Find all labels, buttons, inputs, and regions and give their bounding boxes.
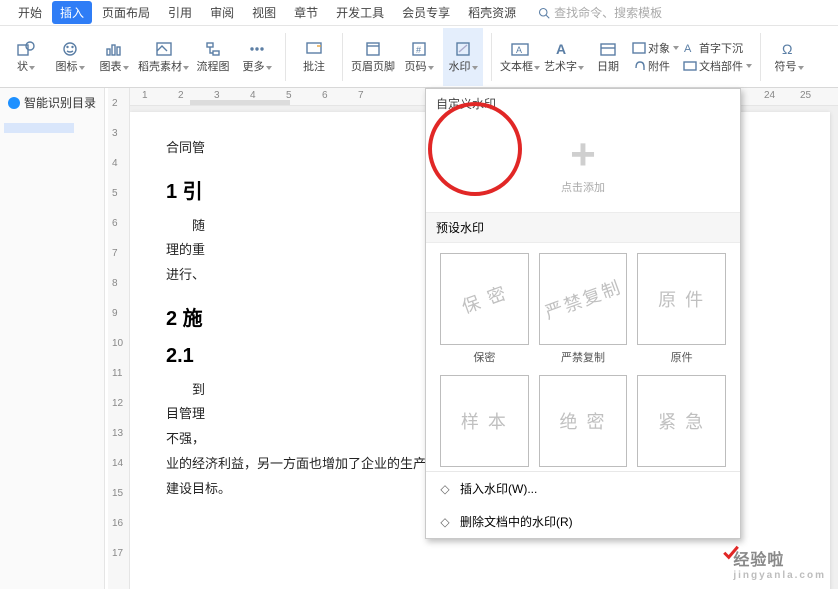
watermark-dropdown: 自定义水印 + 点击添加 预设水印 保 密 严禁复制 原 件 保密 严禁复制 原… xyxy=(425,88,741,539)
add-watermark-button[interactable]: + 点击添加 xyxy=(561,135,605,195)
dropcap-button[interactable]: A首字下沉 xyxy=(683,40,752,56)
vertical-ruler: 234567891011121314151617 xyxy=(108,88,130,589)
object-button[interactable]: 对象 xyxy=(632,40,679,56)
delete-watermark-item[interactable]: ◇ 删除文档中的水印(R) xyxy=(426,505,740,538)
flowchart-icon xyxy=(204,41,222,57)
tab-start[interactable]: 开始 xyxy=(10,1,50,24)
calendar-icon xyxy=(599,41,617,57)
object-icon xyxy=(632,42,646,54)
date-button[interactable]: 日期 xyxy=(588,28,628,86)
plus-icon: + xyxy=(570,135,596,175)
tab-dev[interactable]: 开发工具 xyxy=(328,1,392,24)
header-footer-button[interactable]: 页眉页脚 xyxy=(351,28,395,86)
symbol-button[interactable]: Ω 符号 xyxy=(769,28,809,86)
watermark-button[interactable]: 水印 xyxy=(443,28,483,86)
comment-icon xyxy=(305,41,323,57)
section-preset: 预设水印 xyxy=(426,212,740,243)
assets-button[interactable]: 稻壳素材 xyxy=(138,28,189,86)
insert-watermark-item[interactable]: ◇ 插入水印(W)... xyxy=(426,472,740,505)
tab-review[interactable]: 审阅 xyxy=(202,1,242,24)
tab-insert[interactable]: 插入 xyxy=(52,1,92,24)
chart-icon xyxy=(105,41,123,57)
shape-button[interactable]: 状 xyxy=(6,28,46,86)
section-custom: 自定义水印 xyxy=(426,89,740,118)
attach-button[interactable]: 附件 xyxy=(632,58,679,74)
site-watermark: 经验啦 jingyanla.com xyxy=(733,546,826,581)
diamond-icon: ◇ xyxy=(438,515,452,529)
outline-title[interactable]: 智能识别目录 xyxy=(0,88,104,117)
chart-button[interactable]: 图表 xyxy=(94,28,134,86)
wm-preset-urgent[interactable]: 紧 急 xyxy=(637,375,726,467)
parts-icon xyxy=(683,60,697,72)
more-icon xyxy=(248,41,266,57)
shape-icon xyxy=(17,41,35,57)
header-icon xyxy=(364,41,382,57)
docparts-button[interactable]: 文档部件 xyxy=(683,58,752,74)
tab-resources[interactable]: 稻壳资源 xyxy=(460,1,524,24)
outline-icon xyxy=(8,97,20,109)
menu-tabs: 开始 插入 页面布局 引用 审阅 视图 章节 开发工具 会员专享 稻壳资源 查找… xyxy=(0,0,838,26)
dropcap-icon: A xyxy=(683,42,697,54)
wm-preset-nocopy[interactable]: 严禁复制 xyxy=(539,253,628,345)
wordart-icon: A xyxy=(554,41,574,57)
tab-vip[interactable]: 会员专享 xyxy=(394,1,458,24)
tab-pagelayout[interactable]: 页面布局 xyxy=(94,1,158,24)
svg-text:A: A xyxy=(556,41,566,57)
search-icon xyxy=(538,7,550,19)
outline-panel: 智能识别目录 xyxy=(0,88,105,589)
svg-text:A: A xyxy=(684,43,692,54)
wm-preset-sample[interactable]: 样 本 xyxy=(440,375,529,467)
wm-label: 原件 xyxy=(637,349,726,365)
svg-text:#: # xyxy=(416,45,421,55)
omega-icon: Ω xyxy=(780,41,798,57)
tab-reference[interactable]: 引用 xyxy=(160,1,200,24)
command-search[interactable]: 查找命令、搜索模板 xyxy=(538,4,662,21)
flow-button[interactable]: 流程图 xyxy=(193,28,233,86)
svg-text:A: A xyxy=(516,45,522,55)
smiley-icon xyxy=(61,41,79,57)
textbox-button[interactable]: A 文本框 xyxy=(500,28,540,86)
diamond-icon: ◇ xyxy=(438,482,452,496)
wm-preset-original[interactable]: 原 件 xyxy=(637,253,726,345)
wm-label: 保密 xyxy=(440,349,529,365)
comment-button[interactable]: 批注 xyxy=(294,28,334,86)
svg-text:Ω: Ω xyxy=(782,41,792,57)
wm-label: 严禁复制 xyxy=(539,349,628,365)
assets-icon xyxy=(155,41,173,57)
pagenum-icon: # xyxy=(410,41,428,57)
wm-preset-confidential[interactable]: 保 密 xyxy=(440,253,529,345)
ribbon: 状 图标 图表 稻壳素材 流程图 更多 批注 xyxy=(0,26,838,88)
icons-button[interactable]: 图标 xyxy=(50,28,90,86)
watermark-icon xyxy=(454,41,472,57)
page-num-button[interactable]: # 页码 xyxy=(399,28,439,86)
outline-item[interactable] xyxy=(4,123,74,133)
wordart-button[interactable]: A 艺术字 xyxy=(544,28,584,86)
wm-preset-topsecret[interactable]: 绝 密 xyxy=(539,375,628,467)
more-button[interactable]: 更多 xyxy=(237,28,277,86)
paperclip-icon xyxy=(632,60,646,72)
tab-section[interactable]: 章节 xyxy=(286,1,326,24)
textbox-icon: A xyxy=(510,41,530,57)
tab-view[interactable]: 视图 xyxy=(244,1,284,24)
